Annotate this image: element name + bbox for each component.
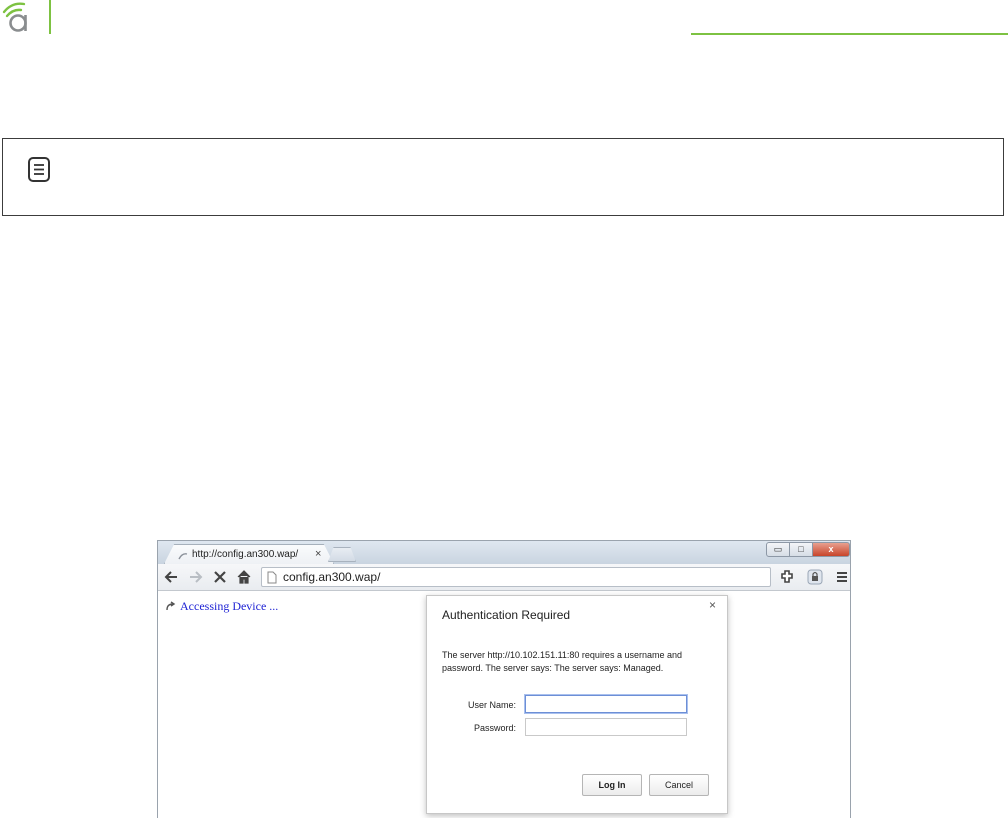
padlock-extension-icon[interactable] (806, 568, 824, 586)
browser-viewport: Accessing Device ... × Authentication Re… (158, 591, 850, 818)
cancel-button[interactable]: Cancel (649, 774, 709, 796)
dialog-close-icon[interactable]: × (709, 598, 716, 612)
browser-titlebar: http://config.an300.wap/ × ▭ □ x (158, 541, 850, 564)
wifi-a-logo-icon (2, 2, 27, 32)
address-bar[interactable]: config.an300.wap/ (261, 567, 771, 587)
log-in-button[interactable]: Log In (582, 774, 642, 796)
authentication-dialog: × Authentication Required The server htt… (426, 595, 728, 814)
logo-divider (49, 0, 51, 34)
tab-close-icon[interactable]: × (315, 548, 321, 560)
browser-tab[interactable]: http://config.an300.wap/ × (164, 544, 334, 564)
browser-toolbar: config.an300.wap/ (158, 564, 850, 591)
window-maximize-button[interactable]: □ (789, 542, 813, 557)
accessing-device-text: Accessing Device ... (180, 599, 279, 613)
tab-title: http://config.an300.wap/ (192, 549, 299, 560)
page-document-icon (267, 571, 277, 584)
password-input[interactable] (525, 718, 687, 736)
note-box (2, 138, 1004, 216)
username-label: User Name: (467, 700, 516, 710)
loading-spinner-icon (166, 601, 176, 611)
loading-favicon-icon (178, 553, 188, 560)
forward-arrow-icon[interactable] (186, 568, 204, 586)
new-tab-button[interactable] (328, 547, 356, 562)
browser-window: http://config.an300.wap/ × ▭ □ x config.… (157, 540, 851, 818)
stop-x-icon[interactable] (211, 568, 229, 586)
url-text: config.an300.wap/ (283, 570, 381, 584)
password-label: Password: (473, 723, 516, 733)
dialog-title: Authentication Required (442, 608, 571, 622)
home-icon[interactable] (235, 568, 253, 586)
header-rule (691, 33, 1008, 35)
puzzle-extension-icon[interactable] (778, 568, 796, 586)
window-close-button[interactable]: x (812, 542, 850, 557)
dialog-message: The server http://10.102.151.11:80 requi… (442, 650, 682, 673)
back-arrow-icon[interactable] (163, 568, 181, 586)
hamburger-menu-icon[interactable] (833, 568, 851, 586)
username-input[interactable] (525, 695, 687, 713)
window-minimize-button[interactable]: ▭ (766, 542, 790, 557)
note-lines-icon (28, 157, 50, 182)
